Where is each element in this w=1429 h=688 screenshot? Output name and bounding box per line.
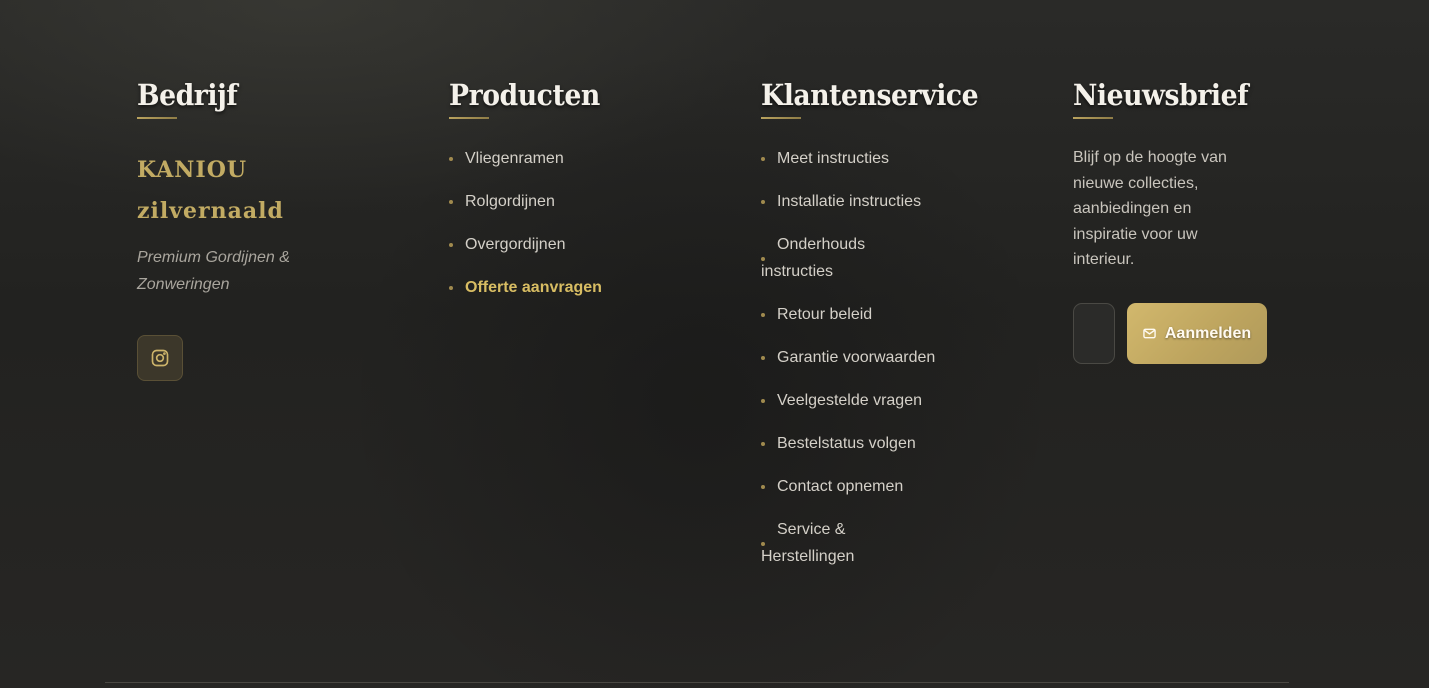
customer-service-list: Meet instructies Installatie instructies… xyxy=(761,145,1041,570)
brand-name-line1: KANIOU xyxy=(137,157,248,183)
footer-divider xyxy=(105,682,1289,683)
instagram-button[interactable] xyxy=(137,335,183,381)
heading-underline xyxy=(1073,117,1113,119)
link-contact-opnemen[interactable]: Contact opnemen xyxy=(761,473,1041,500)
brand-logo-text[interactable]: KANIOU zilvernaald xyxy=(137,150,417,232)
link-retour-beleid[interactable]: Retour beleid xyxy=(761,301,1041,328)
link-rolgordijnen[interactable]: Rolgordijnen xyxy=(449,188,729,215)
link-garantie-voorwaarden[interactable]: Garantie voorwaarden xyxy=(761,344,1041,371)
customer-service-heading: Klantenservice xyxy=(761,78,979,112)
heading-underline xyxy=(449,117,489,119)
newsletter-heading: Nieuwsbrief xyxy=(1073,78,1249,112)
customer-service-column: Klantenservice Meet instructies Installa… xyxy=(761,78,1041,586)
subscribe-button[interactable]: Aanmelden xyxy=(1127,303,1267,364)
link-service-herstellingen[interactable]: Service & Herstellingen xyxy=(761,516,871,570)
brand-tagline: Premium Gordijnen & Zonweringen xyxy=(137,249,290,293)
email-input[interactable] xyxy=(1073,303,1115,364)
link-overgordijnen[interactable]: Overgordijnen xyxy=(449,231,729,258)
link-installatie-instructies[interactable]: Installatie instructies xyxy=(761,188,1041,215)
products-column: Producten Vliegenramen Rolgordijnen Over… xyxy=(449,78,729,317)
link-veelgestelde-vragen[interactable]: Veelgestelde vragen xyxy=(761,387,1041,414)
products-heading: Producten xyxy=(449,78,600,112)
link-bestelstatus-volgen[interactable]: Bestelstatus volgen xyxy=(761,430,1041,457)
link-vliegenramen[interactable]: Vliegenramen xyxy=(449,145,729,172)
subscribe-button-label: Aanmelden xyxy=(1164,324,1252,342)
newsletter-description: Blijf op de hoogte van nieuwe collecties… xyxy=(1073,149,1227,268)
link-onderhouds-instructies[interactable]: Onderhouds instructies xyxy=(761,231,881,285)
instagram-icon xyxy=(151,349,169,367)
heading-underline xyxy=(761,117,801,119)
link-meet-instructies[interactable]: Meet instructies xyxy=(761,145,1041,172)
newsletter-form: Aanmelden xyxy=(1073,303,1267,364)
link-offerte-aanvragen[interactable]: Offerte aanvragen xyxy=(449,274,729,301)
company-heading: Bedrijf xyxy=(137,78,238,112)
brand-name-line2: zilvernaald xyxy=(137,198,284,224)
newsletter-column: Nieuwsbrief Blijf op de hoogte van nieuw… xyxy=(1073,78,1293,364)
mail-icon xyxy=(1143,328,1156,339)
products-list: Vliegenramen Rolgordijnen Overgordijnen … xyxy=(449,145,729,301)
heading-underline xyxy=(137,117,177,119)
company-column: Bedrijf KANIOU zilvernaald Premium Gordi… xyxy=(137,78,417,381)
